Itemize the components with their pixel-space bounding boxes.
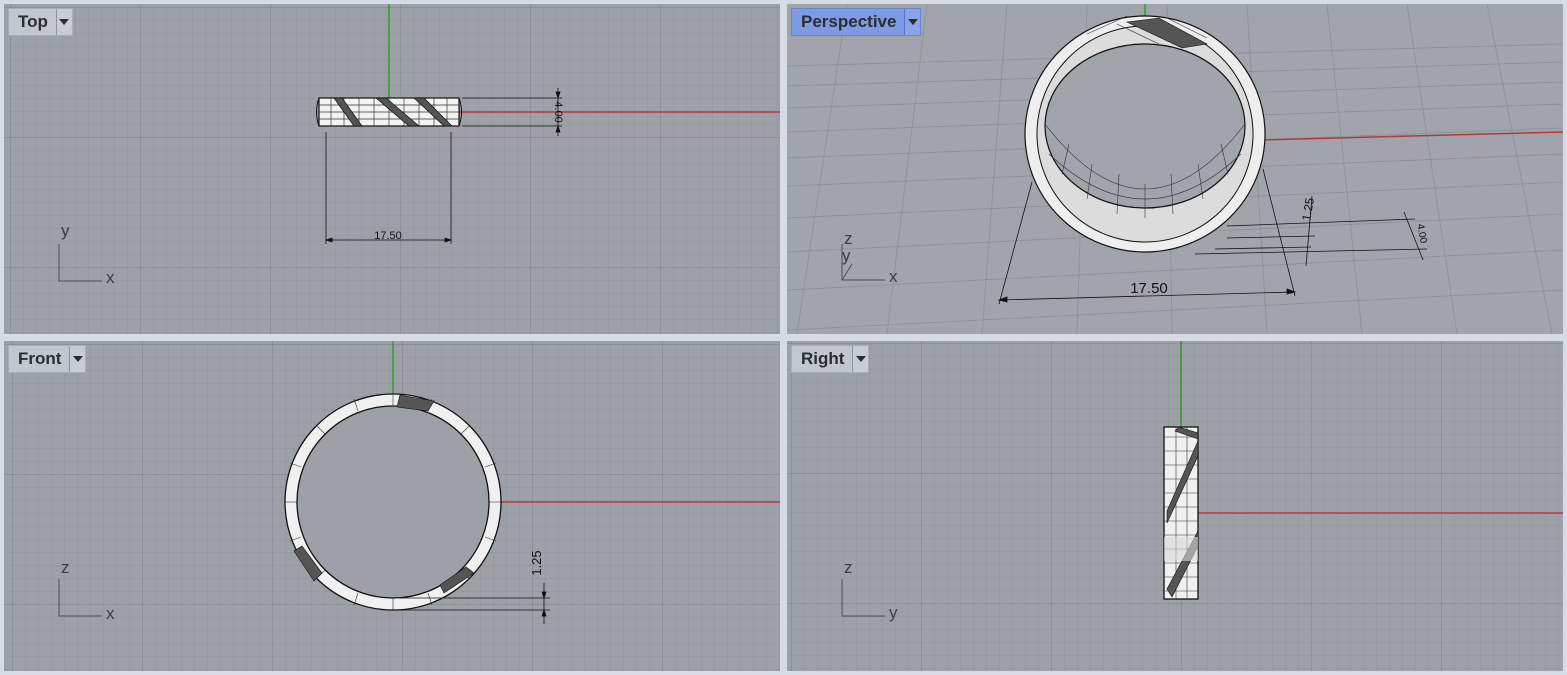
viewport-top[interactable]: 17.50 4.00 y x Top [4,4,780,334]
dim-width-label: 17.50 [374,230,402,242]
dim-width-label: 17.50 [1130,280,1168,297]
svg-text:z: z [61,558,70,577]
ring-top-profile[interactable] [316,97,462,127]
dim-thickness-label: 1.25 [529,550,544,575]
viewport-label-top[interactable]: Top [8,8,73,36]
viewport-title: Front [18,349,62,368]
viewport-label-right[interactable]: Right [791,345,870,373]
ring-front-profile[interactable] [284,393,502,611]
viewport-label-front[interactable]: Front [8,345,87,373]
viewport-title: Right [801,349,845,368]
triangle-down-icon[interactable] [69,346,86,372]
viewport-label-perspective[interactable]: Perspective [791,8,922,36]
top-view-canvas: 17.50 4.00 y x [4,4,780,334]
viewport-perspective[interactable]: 17.50 4.00 1.25 z y x Perspective [787,4,1563,334]
ring-perspective[interactable] [1024,15,1266,253]
svg-text:x: x [889,267,898,286]
svg-text:y: y [889,603,898,622]
viewport-title: Perspective [801,12,897,31]
perspective-view-canvas: 17.50 4.00 1.25 z y x [787,4,1563,334]
viewport-right[interactable]: z y Right [787,341,1563,671]
ring-right-profile[interactable] [1163,426,1199,600]
viewport-title: Top [18,12,48,31]
triangle-down-icon[interactable] [55,9,72,35]
triangle-down-icon[interactable] [852,346,869,372]
svg-text:y: y [61,221,70,240]
dim-height-label: 4.00 [552,101,564,122]
right-view-canvas: z y [787,341,1563,671]
svg-text:z: z [844,558,853,577]
svg-text:y: y [842,246,851,265]
front-view-canvas: 1.25 z x [4,341,780,671]
svg-text:x: x [106,604,115,623]
triangle-down-icon[interactable] [904,9,921,35]
viewport-front[interactable]: 1.25 z x Front [4,341,780,671]
svg-text:x: x [106,268,115,287]
